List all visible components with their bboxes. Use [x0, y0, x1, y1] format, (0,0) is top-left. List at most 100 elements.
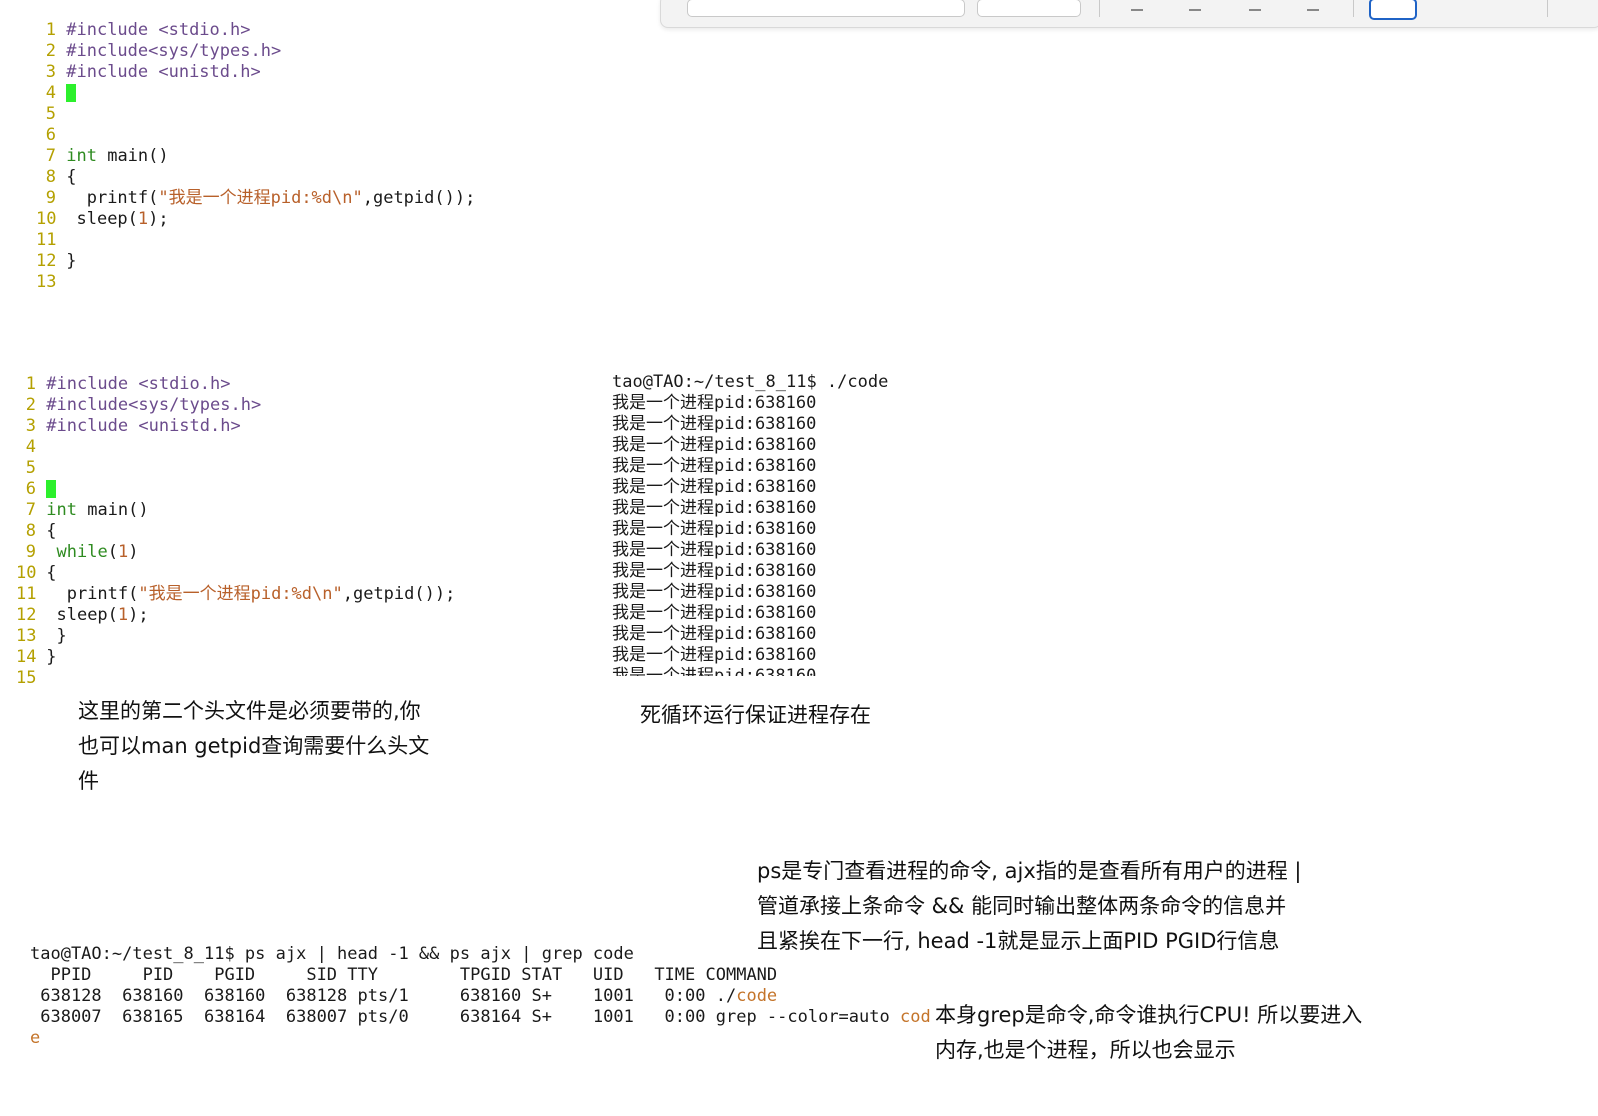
code-line: 2 #include<sys/types.h> — [16, 395, 455, 416]
code-token: printf( — [46, 584, 139, 604]
note-line: 也可以man getpid查询需要什么头文 — [78, 734, 430, 758]
code-line: 6 — [16, 479, 455, 500]
ps-row-wrap: e — [30, 1028, 930, 1049]
code-line: 11 printf("我是一个进程pid:%d\n",getpid()); — [16, 584, 455, 605]
ps-match-highlight: code — [736, 986, 778, 1006]
terminal-output-line: 我是一个进程pid:638160 — [612, 582, 817, 602]
line-number: 5 — [25, 458, 36, 478]
note-line: 管道承接上条命令 && 能同时输出整体两条命令的信息并 — [757, 894, 1287, 918]
code-token: { — [46, 563, 57, 583]
code-token: 1 — [117, 542, 129, 562]
toolbar-tool-icon[interactable] — [1307, 0, 1319, 11]
code-line: 13 } — [16, 626, 455, 647]
terminal-output-line: 我是一个进程pid:638160 — [612, 603, 817, 623]
toolbar-selected-tool[interactable] — [1369, 0, 1417, 20]
terminal-output-line: 我是一个进程pid:638160 — [612, 477, 817, 497]
code-token: ); — [128, 605, 149, 625]
toolbar-fragment — [660, 0, 1598, 28]
toolbar-separator — [1353, 0, 1354, 17]
terminal-output-line: 我是一个进程pid:638160 — [612, 519, 817, 539]
code-token: #include <stdio.h> — [46, 374, 231, 394]
code-token: main() — [96, 146, 169, 166]
toolbar-tool-icon[interactable] — [1131, 0, 1143, 11]
code-token: main() — [76, 500, 149, 520]
line-number: 12 — [36, 251, 57, 271]
code-token: ( — [107, 542, 118, 562]
code-token: } — [46, 626, 67, 646]
text-cursor — [46, 480, 57, 498]
text-cursor — [66, 84, 77, 102]
note-infinite-loop: 死循环运行保证进程存在 — [640, 698, 871, 733]
line-number: 3 — [25, 416, 36, 436]
code-token: ); — [148, 209, 169, 229]
code-token: { — [66, 167, 77, 187]
ps-row-grep: 638007 638165 638164 638007 pts/0 638164… — [30, 1007, 930, 1028]
ps-row-code: 638128 638160 638160 638128 pts/1 638160… — [30, 986, 930, 1007]
code-line: 5 — [16, 458, 455, 479]
note-grep-process: 本身grep是命令,命令谁执行CPU! 所以要进入 内存,也是个进程，所以也会显… — [935, 998, 1362, 1068]
code-line: 8 { — [16, 521, 455, 542]
code-line: 6 — [36, 125, 475, 146]
toolbar-separator — [1099, 0, 1100, 17]
code-token: int — [46, 500, 77, 520]
code-token: #include <unistd.h> — [66, 62, 261, 82]
toolbar-separator — [1547, 0, 1548, 17]
ps-match-highlight: cod — [899, 1007, 930, 1027]
code-token: ,getpid()); — [342, 584, 456, 604]
line-number: 7 — [25, 500, 36, 520]
terminal-output-line: 我是一个进程pid:638160 — [612, 435, 817, 455]
line-number: 11 — [36, 230, 57, 250]
terminal-output-line: 我是一个进程pid:638160 — [612, 393, 817, 413]
line-number: 1 — [45, 20, 56, 40]
line-number: 8 — [25, 521, 36, 541]
code-token: "我是一个进程pid:%d\n" — [138, 584, 343, 604]
line-number: 11 — [16, 584, 37, 604]
terminal-output-line: 我是一个进程pid:638160 — [612, 414, 817, 434]
code-token: 1 — [137, 209, 149, 229]
ps-match-highlight: e — [30, 1028, 41, 1048]
code-token: #include<sys/types.h> — [66, 41, 282, 61]
toolbar-field[interactable] — [687, 0, 965, 17]
line-number: 13 — [16, 626, 37, 646]
terminal-output-line: 我是一个进程pid:638160 — [612, 456, 817, 476]
terminal-output-line: 我是一个进程pid:638160 — [612, 624, 817, 644]
code-line: 11 — [36, 230, 475, 251]
terminal-output-line: 我是一个进程pid:638160 — [612, 498, 817, 518]
line-number: 9 — [45, 188, 56, 208]
line-number: 4 — [25, 437, 36, 457]
code-line: 1 #include <stdio.h> — [16, 374, 455, 395]
line-number: 10 — [16, 563, 37, 583]
code-token: } — [66, 251, 77, 271]
code-token: "我是一个进程pid:%d\n" — [158, 188, 363, 208]
code-line: 4 — [16, 437, 455, 458]
line-number: 12 — [16, 605, 37, 625]
code-token: sleep( — [66, 209, 138, 229]
code-token: #include <stdio.h> — [66, 20, 251, 40]
line-number: 5 — [45, 104, 56, 124]
toolbar-dropdown[interactable] — [977, 0, 1081, 17]
code-token: int — [66, 146, 97, 166]
code-line: 15 — [16, 668, 455, 689]
note-line: 件 — [78, 769, 99, 793]
code-line: 4 — [36, 83, 475, 104]
line-number: 1 — [25, 374, 36, 394]
toolbar-tool-icon[interactable] — [1249, 0, 1261, 11]
toolbar-tool-icon[interactable] — [1189, 0, 1201, 11]
line-number: 13 — [36, 272, 57, 292]
code-line: 14 } — [16, 647, 455, 668]
code-line: 12 } — [36, 251, 475, 272]
code-line: 5 — [36, 104, 475, 125]
code-line: 1 #include <stdio.h> — [36, 20, 475, 41]
line-number: 4 — [45, 83, 56, 103]
code-token: { — [46, 521, 57, 541]
terminal-output-run: tao@TAO:~/test_8_11$ ./code 我是一个进程pid:63… — [612, 364, 932, 676]
code-line: 12 sleep(1); — [16, 605, 455, 626]
code-token: #include<sys/types.h> — [46, 395, 262, 415]
line-number: 2 — [45, 41, 56, 61]
note-line: 内存,也是个进程，所以也会显示 — [935, 1038, 1236, 1062]
code-token: while — [56, 542, 108, 562]
ps-row-text: 638007 638165 638164 638007 pts/0 638164… — [30, 1007, 900, 1027]
note-line: 死循环运行保证进程存在 — [640, 703, 871, 727]
terminal-output-line: 我是一个进程pid:638160 — [612, 666, 817, 676]
